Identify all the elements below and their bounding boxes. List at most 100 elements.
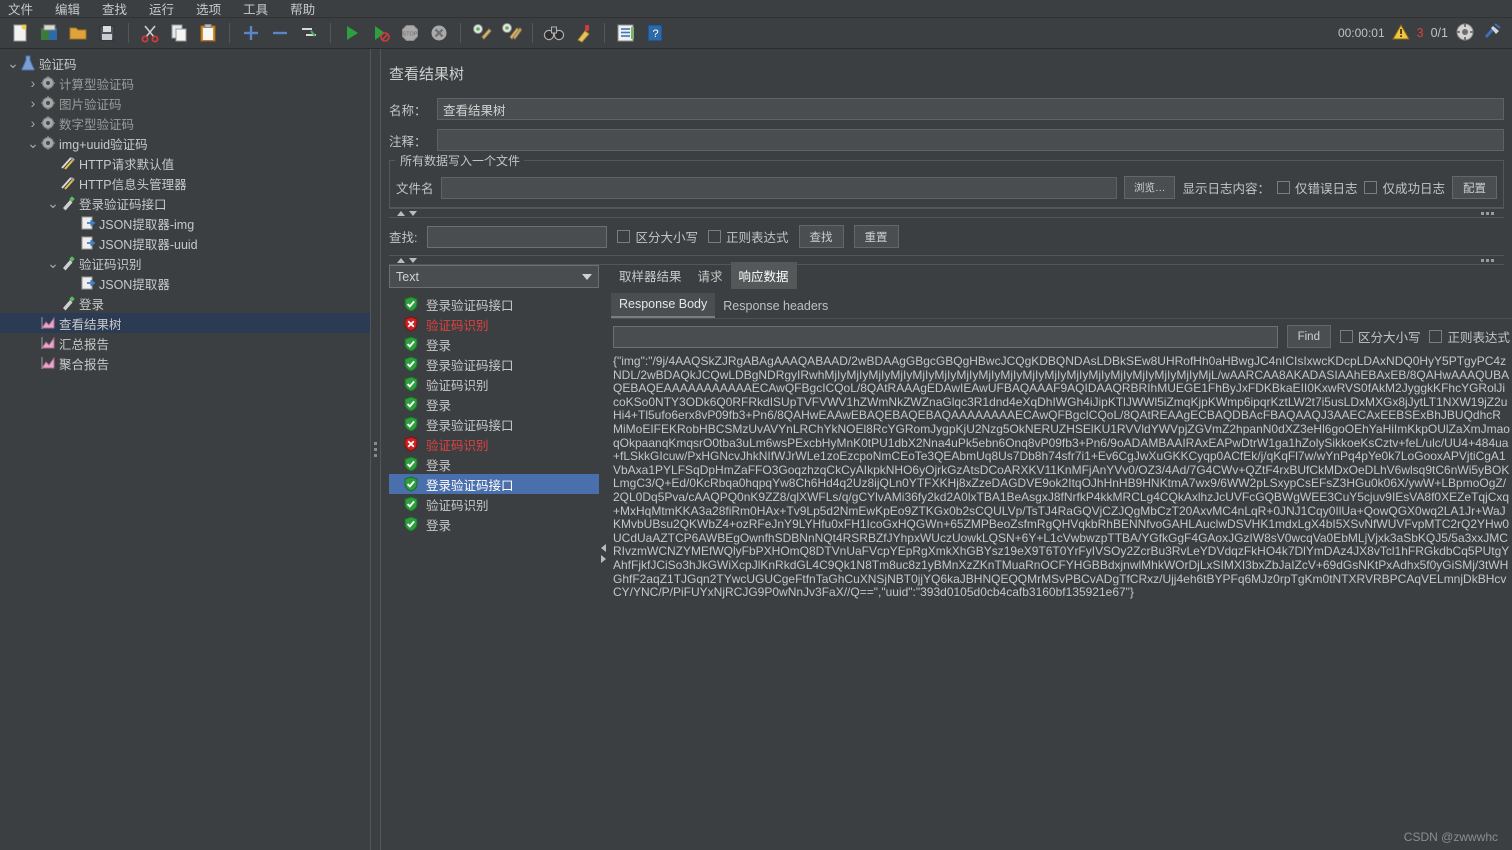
tree-node[interactable]: HTTP请求默认值 [0,153,370,173]
tree-node[interactable]: 汇总报告 [0,333,370,353]
sample-result-item[interactable]: 登录验证码接口 [389,414,599,434]
tree-node[interactable]: 登录 [0,293,370,313]
response-subtabbar[interactable]: Response Body Response headers [611,293,1512,318]
collapse-down-icon[interactable] [409,210,417,216]
response-find-button[interactable]: Find [1286,325,1331,348]
collapse-down-icon[interactable] [409,257,417,263]
tree-node[interactable]: JSON提取器 [0,273,370,293]
chevron-down-icon[interactable]: ⌄ [6,56,20,70]
sample-result-item[interactable]: 登录验证码接口 [389,354,599,374]
test-plan-tree[interactable]: ⌄ 验证码 › 计算型验证码 › 图片验证码 › 数字型验证码 ⌄ img+uuid验证码 HTTP… [0,49,370,850]
comment-input[interactable] [437,129,1504,151]
clear-all-icon[interactable] [497,20,525,46]
tree-node[interactable]: › 图片验证码 [0,93,370,113]
response-find-input[interactable] [613,325,1278,348]
warning-triangle-icon[interactable] [1391,23,1410,43]
sample-result-item[interactable]: 登录 [389,454,599,474]
expand-all-icon[interactable] [237,20,265,46]
checkbox-box[interactable] [1276,181,1290,194]
sample-result-item[interactable]: 验证码识别 [389,314,599,334]
menu-run[interactable]: 运行 [149,0,174,18]
menu-tools[interactable]: 工具 [243,0,268,18]
menu-search[interactable]: 查找 [102,0,127,18]
sample-result-item[interactable]: 登录验证码接口 [389,294,599,314]
checkbox-box[interactable] [708,230,721,243]
open-folder-icon[interactable] [64,20,92,46]
configure-button[interactable]: 配置 [1452,176,1497,199]
collapse-all-icon[interactable] [266,20,294,46]
response-subtab[interactable]: Response headers [715,295,836,318]
menu-edit[interactable]: 编辑 [55,0,80,18]
checkbox-box[interactable] [1364,181,1378,194]
chevron-down-icon[interactable]: ⌄ [26,136,40,150]
detail-tab[interactable]: 请求 [690,262,731,289]
response-regex-checkbox[interactable]: 正则表达式 [1429,327,1510,346]
clear-icon[interactable] [468,20,496,46]
chevron-down-icon[interactable]: ⌄ [46,256,60,270]
sample-result-item[interactable]: 验证码识别 [389,494,599,514]
name-input[interactable] [437,98,1504,120]
detail-tab[interactable]: 响应数据 [730,262,797,289]
collapse-up-icon[interactable] [397,257,405,263]
vertical-split-divider[interactable] [370,49,381,850]
search-case-sensitive-checkbox[interactable]: 区分大小写 [617,227,698,246]
sample-result-item[interactable]: 登录 [389,514,599,534]
open-templates-icon[interactable] [35,20,63,46]
collapse-up-icon[interactable] [397,210,405,216]
sample-result-item[interactable]: 登录验证码接口 [389,474,599,494]
tree-node[interactable]: › 数字型验证码 [0,113,370,133]
stop-icon[interactable]: STOP [396,20,424,46]
sample-result-item[interactable]: 验证码识别 [389,374,599,394]
response-subtab[interactable]: Response Body [611,293,716,318]
checkbox-box[interactable] [1339,330,1353,343]
tree-node[interactable]: JSON提取器-uuid [0,233,370,253]
start-no-pauses-icon[interactable] [367,20,395,46]
chevron-right-icon[interactable]: › [26,75,40,91]
tree-node[interactable]: 聚合报告 [0,353,370,373]
toggle-icon[interactable] [295,20,323,46]
help-icon[interactable]: ? [641,20,669,46]
collapse-right-icon[interactable] [600,554,606,563]
tree-node[interactable]: ⌄ 验证码识别 [0,253,370,273]
response-case-sensitive-checkbox[interactable]: 区分大小写 [1339,327,1420,346]
tree-node[interactable]: ⌄ 登录验证码接口 [0,193,370,213]
detail-tabbar[interactable]: 取样器结果 请求 响应数据 [611,262,1512,289]
sample-result-item[interactable]: 登录 [389,334,599,354]
checkbox-box[interactable] [1429,330,1443,343]
chevron-right-icon[interactable]: › [26,95,40,111]
copy-icon[interactable] [165,20,193,46]
chevron-right-icon[interactable]: › [26,115,40,131]
tree-node[interactable]: 查看结果树 [0,313,370,333]
find-button[interactable]: 查找 [798,225,844,248]
menu-file[interactable]: 文件 [8,0,33,18]
horizontal-split-divider-top[interactable] [389,208,1504,218]
save-icon[interactable] [93,20,121,46]
results-split-divider[interactable] [599,265,607,837]
sample-result-item[interactable]: 验证码识别 [389,434,599,454]
browse-button[interactable]: 浏览… [1123,176,1176,199]
chevron-down-icon[interactable]: ⌄ [46,196,60,210]
tree-node[interactable]: ⌄ 验证码 [0,53,370,73]
divider-arrows[interactable] [397,210,417,216]
remote-shutdown-icon[interactable] [1482,22,1502,45]
cut-icon[interactable] [136,20,164,46]
sample-result-item[interactable]: 登录 [389,394,599,414]
tree-node[interactable]: JSON提取器-img [0,213,370,233]
function-helper-icon[interactable] [612,20,640,46]
menu-options[interactable]: 选项 [196,0,221,18]
search-regex-checkbox[interactable]: 正则表达式 [708,227,789,246]
tree-node[interactable]: › 计算型验证码 [0,73,370,93]
tree-node[interactable]: ⌄ img+uuid验证码 [0,133,370,153]
menu-help[interactable]: 帮助 [290,0,315,18]
reset-search-icon[interactable] [569,20,597,46]
paste-icon[interactable] [194,20,222,46]
chevron-down-icon[interactable] [582,273,592,280]
tree-node[interactable]: HTTP信息头管理器 [0,173,370,193]
search-input[interactable] [427,225,608,248]
successes-only-checkbox[interactable]: 仅成功日志 [1364,178,1445,197]
detail-tab[interactable]: 取样器结果 [611,262,690,289]
horizontal-split-divider-bottom[interactable] [389,255,1504,265]
renderer-select[interactable]: Text [389,265,599,288]
errors-only-checkbox[interactable]: 仅错误日志 [1276,178,1357,197]
remote-connect-icon[interactable] [1455,22,1475,45]
